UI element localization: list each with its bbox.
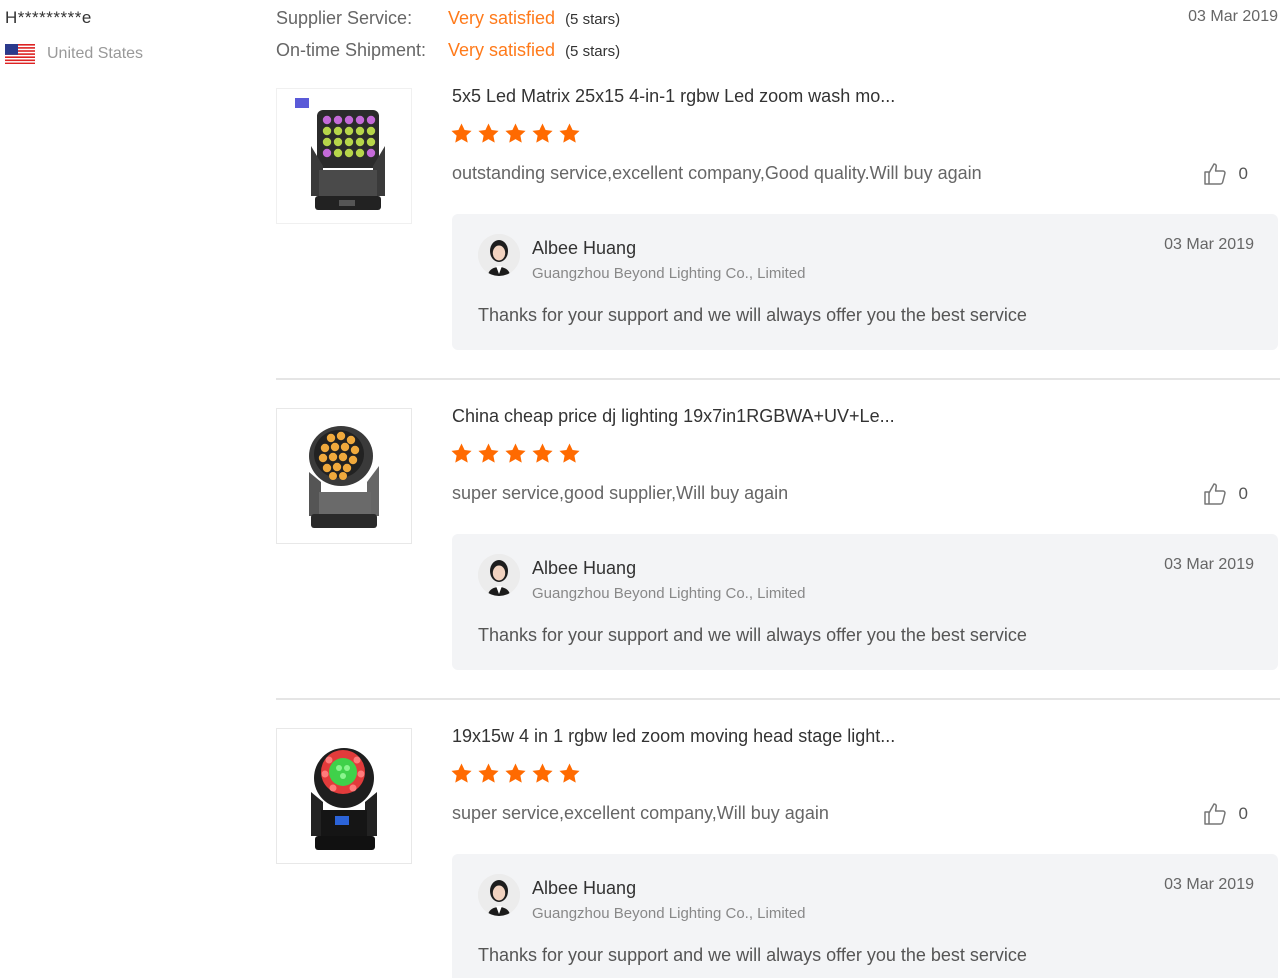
- divider: [276, 378, 1280, 380]
- country-name: United States: [47, 45, 144, 62]
- like-count: 0: [1238, 804, 1248, 823]
- star-icon: [505, 763, 526, 783]
- seller-reply: Albee Huang Guangzhou Beyond Lighting Co…: [452, 214, 1278, 350]
- star-icon: [451, 123, 472, 143]
- reply-date: 03 Mar 2019: [1164, 556, 1254, 573]
- review-date: 03 Mar 2019: [1188, 8, 1278, 25]
- moving-head-light-image: [295, 98, 385, 210]
- moving-head-light-image: [311, 748, 377, 850]
- seller-reply: Albee Huang Guangzhou Beyond Lighting Co…: [452, 534, 1278, 670]
- star-icon: [478, 443, 499, 463]
- rating-supplier-service: Supplier Service: Very satisfied (5 star…: [276, 8, 620, 40]
- product-thumbnail[interactable]: [276, 88, 412, 224]
- us-flag-icon: [5, 44, 35, 64]
- seller-reply: Albee Huang Guangzhou Beyond Lighting Co…: [452, 854, 1278, 978]
- buyer-name: H*********e: [5, 8, 92, 27]
- review-comment: outstanding service,excellent company,Go…: [452, 163, 982, 183]
- star-icon: [505, 123, 526, 143]
- review-comment: super service,good supplier,Will buy aga…: [452, 483, 789, 503]
- product-title-link[interactable]: 19x15w 4 in 1 rgbw led zoom moving head …: [452, 726, 895, 747]
- reply-author-name: Albee Huang: [532, 558, 637, 578]
- rating-stars-text: (5 stars): [565, 43, 621, 60]
- buyer-country: United States: [5, 44, 205, 64]
- rating-label: Supplier Service:: [276, 8, 413, 28]
- thumbs-up-icon: [1203, 803, 1226, 825]
- product-thumbnail[interactable]: [276, 408, 412, 544]
- review-stars: [450, 762, 581, 785]
- star-icon: [451, 763, 472, 783]
- star-icon: [532, 123, 553, 143]
- moving-head-light-image: [309, 426, 379, 528]
- like-button[interactable]: 0: [1203, 162, 1248, 186]
- star-icon: [532, 443, 553, 463]
- reply-date: 03 Mar 2019: [1164, 876, 1254, 893]
- reply-company: Guangzhou Beyond Lighting Co., Limited: [532, 905, 806, 922]
- star-icon: [451, 443, 472, 463]
- rating-stars-text: (5 stars): [565, 11, 621, 28]
- review-stars: [450, 442, 581, 465]
- reply-company: Guangzhou Beyond Lighting Co., Limited: [532, 585, 806, 602]
- rating-value: Very satisfied: [448, 8, 556, 28]
- like-button[interactable]: 0: [1203, 482, 1248, 506]
- reply-author-name: Albee Huang: [532, 878, 637, 898]
- star-icon: [559, 443, 580, 463]
- ratings-summary: Supplier Service: Very satisfied (5 star…: [276, 8, 620, 72]
- like-button[interactable]: 0: [1203, 802, 1248, 826]
- reply-text: Thanks for your support and we will alwa…: [478, 625, 1027, 645]
- buyer-info: H*********e: [5, 8, 92, 28]
- divider: [276, 698, 1280, 700]
- reply-company: Guangzhou Beyond Lighting Co., Limited: [532, 265, 806, 282]
- like-count: 0: [1238, 484, 1248, 503]
- star-icon: [505, 443, 526, 463]
- like-count: 0: [1238, 164, 1248, 183]
- review-stars: [450, 122, 581, 145]
- reply-text: Thanks for your support and we will alwa…: [478, 305, 1027, 325]
- reply-date: 03 Mar 2019: [1164, 236, 1254, 253]
- reply-text: Thanks for your support and we will alwa…: [478, 945, 1027, 965]
- thumbs-up-icon: [1203, 483, 1226, 505]
- avatar-image: [478, 874, 520, 916]
- avatar: [478, 874, 520, 916]
- product-thumbnail[interactable]: [276, 728, 412, 864]
- reply-author-name: Albee Huang: [532, 238, 637, 258]
- star-icon: [559, 123, 580, 143]
- product-title-link[interactable]: China cheap price dj lighting 19x7in1RGB…: [452, 406, 895, 427]
- avatar: [478, 234, 520, 276]
- star-icon: [478, 123, 499, 143]
- review-comment: super service,excellent company,Will buy…: [452, 803, 829, 823]
- rating-ontime-shipment: On-time Shipment: Very satisfied (5 star…: [276, 40, 620, 72]
- avatar-image: [478, 234, 520, 276]
- thumbs-up-icon: [1203, 163, 1226, 185]
- rating-label: On-time Shipment:: [276, 40, 427, 60]
- avatar: [478, 554, 520, 596]
- avatar-image: [478, 554, 520, 596]
- rating-value: Very satisfied: [448, 40, 556, 60]
- product-title-link[interactable]: 5x5 Led Matrix 25x15 4-in-1 rgbw Led zoo…: [452, 86, 895, 107]
- star-icon: [478, 763, 499, 783]
- star-icon: [559, 763, 580, 783]
- star-icon: [532, 763, 553, 783]
